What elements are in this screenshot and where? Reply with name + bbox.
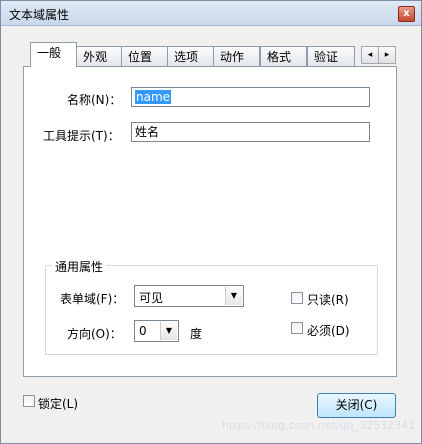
title-bar[interactable]: 文本域属性 x <box>1 1 421 26</box>
tab-options[interactable]: 选项 <box>167 46 214 66</box>
readonly-label: 只读(R) <box>307 293 349 307</box>
form-field-value: 可见 <box>139 291 164 305</box>
form-field-select[interactable]: 可见 ▼ <box>134 285 244 307</box>
close-button[interactable]: 关闭(C) <box>317 393 396 418</box>
tab-format[interactable]: 格式 <box>260 46 307 66</box>
tab-scroll-right-icon[interactable]: ▸ <box>378 46 396 64</box>
name-input[interactable]: name <box>131 87 370 107</box>
tab-actions[interactable]: 动作 <box>213 46 260 66</box>
direction-value: 0 <box>139 324 147 338</box>
form-field-label: 表单域(F)： <box>60 292 125 306</box>
readonly-checkbox[interactable] <box>291 292 303 304</box>
degree-unit: 度 <box>190 327 203 341</box>
chevron-down-icon[interactable]: ▼ <box>160 322 177 340</box>
tooltip-input-value: 姓名 <box>135 125 160 139</box>
lock-checkbox[interactable] <box>23 395 35 407</box>
required-checkbox[interactable] <box>291 322 303 334</box>
required-label: 必须(D) <box>307 324 350 338</box>
direction-select[interactable]: 0 ▼ <box>134 320 179 342</box>
tab-general[interactable]: 一般 <box>30 42 77 67</box>
chevron-down-icon[interactable]: ▼ <box>225 287 242 305</box>
name-input-value: name <box>135 90 172 104</box>
tab-scroll-buttons: ◂ ▸ <box>361 46 396 64</box>
lock-label: 锁定(L) <box>38 397 79 411</box>
tab-position[interactable]: 位置 <box>121 46 168 66</box>
common-properties-title: 通用属性 <box>52 258 107 275</box>
window-title: 文本域属性 <box>9 8 70 22</box>
tooltip-label: 工具提示(T)： <box>43 129 120 143</box>
tab-appearance[interactable]: 外观 <box>76 46 122 66</box>
direction-label: 方向(O)： <box>67 327 122 341</box>
tab-scroll-left-icon[interactable]: ◂ <box>361 46 379 64</box>
tab-validate[interactable]: 验证 <box>307 46 355 66</box>
tooltip-input[interactable]: 姓名 <box>131 122 370 142</box>
watermark: https://blog.csdn.net/qq_32532341 <box>222 419 416 432</box>
name-label: 名称(N)： <box>67 93 122 107</box>
close-icon[interactable]: x <box>398 6 415 22</box>
